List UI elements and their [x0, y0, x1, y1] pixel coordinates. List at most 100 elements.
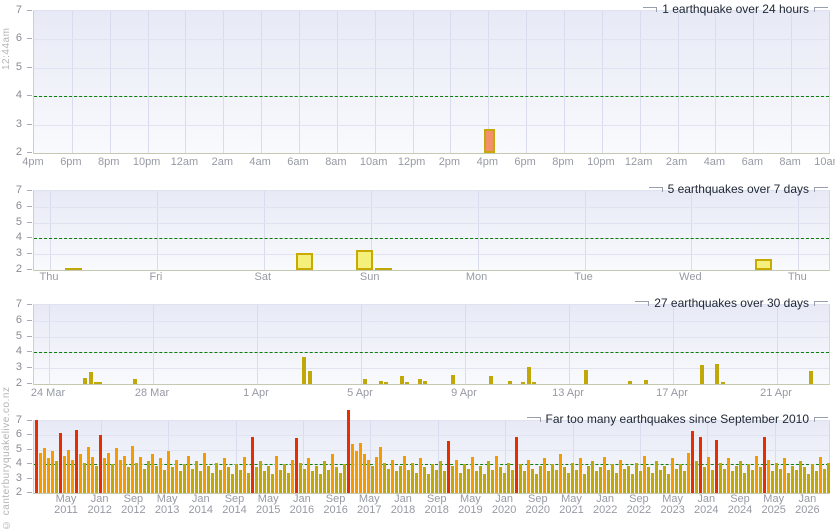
earthquake-bar[interactable]: [487, 461, 490, 493]
earthquake-bar[interactable]: [779, 469, 782, 494]
earthquake-bar[interactable]: [721, 382, 725, 384]
earthquake-bar[interactable]: [455, 460, 458, 493]
earthquake-bar[interactable]: [391, 460, 394, 493]
earthquake-bar[interactable]: [759, 467, 762, 493]
earthquake-bar[interactable]: [343, 464, 346, 493]
earthquake-bar[interactable]: [87, 447, 90, 493]
earthquake-bar[interactable]: [427, 474, 430, 493]
earthquake-bar[interactable]: [631, 474, 634, 493]
earthquake-bar[interactable]: [283, 464, 286, 493]
earthquake-bar[interactable]: [644, 380, 648, 384]
earthquake-bar[interactable]: [719, 463, 722, 493]
earthquake-bar[interactable]: [543, 458, 546, 493]
earthquake-bar[interactable]: [399, 466, 402, 493]
earthquake-bar[interactable]: [127, 467, 130, 493]
earthquake-bar[interactable]: [387, 469, 390, 494]
earthquake-bar[interactable]: [687, 453, 690, 493]
earthquake-bar[interactable]: [367, 460, 370, 493]
earthquake-bar[interactable]: [715, 364, 719, 385]
earthquake-bar[interactable]: [327, 470, 330, 493]
earthquake-bar[interactable]: [471, 457, 474, 493]
earthquake-bar[interactable]: [299, 463, 302, 493]
earthquake-bar[interactable]: [823, 469, 826, 494]
earthquake-bar[interactable]: [231, 474, 234, 493]
earthquake-bar[interactable]: [663, 466, 666, 493]
earthquake-bar[interactable]: [35, 420, 38, 493]
earthquake-bar[interactable]: [215, 463, 218, 493]
earthquake-bar[interactable]: [119, 460, 122, 493]
earthquake-bar[interactable]: [319, 474, 322, 493]
earthquake-bar[interactable]: [339, 473, 342, 493]
earthquake-bar[interactable]: [203, 453, 206, 493]
earthquake-bar[interactable]: [499, 467, 502, 493]
earthquake-bar[interactable]: [235, 464, 238, 493]
earthquake-bar[interactable]: [355, 451, 358, 493]
earthquake-bar[interactable]: [155, 466, 158, 493]
earthquake-bar[interactable]: [347, 410, 350, 494]
earthquake-bar[interactable]: [755, 456, 758, 493]
earthquake-bar[interactable]: [707, 457, 710, 493]
earthquake-bar[interactable]: [599, 467, 602, 493]
earthquake-bar[interactable]: [191, 469, 194, 494]
earthquake-bar[interactable]: [287, 473, 290, 493]
earthquake-bar[interactable]: [423, 467, 426, 493]
earthquake-bar[interactable]: [751, 470, 754, 493]
earthquake-bar[interactable]: [603, 457, 606, 493]
earthquake-bar[interactable]: [55, 461, 58, 493]
earthquake-bar[interactable]: [383, 463, 386, 493]
earthquake-bar[interactable]: [131, 446, 134, 494]
earthquake-bar[interactable]: [743, 473, 746, 493]
earthquake-bar[interactable]: [539, 466, 542, 493]
earthquake-bar[interactable]: [695, 461, 698, 493]
earthquake-bar[interactable]: [659, 470, 662, 493]
earthquake-bar[interactable]: [667, 474, 670, 493]
earthquake-bar[interactable]: [523, 471, 526, 493]
earthquake-bar[interactable]: [395, 471, 398, 493]
earthquake-bar[interactable]: [99, 435, 102, 493]
earthquake-bar[interactable]: [567, 473, 570, 493]
earthquake-bar[interactable]: [527, 460, 530, 493]
earthquake-bar[interactable]: [163, 470, 166, 493]
earthquake-bar[interactable]: [179, 471, 182, 493]
earthquake-bar[interactable]: [167, 451, 170, 493]
earthquake-bar[interactable]: [611, 464, 614, 493]
earthquake-bar[interactable]: [371, 466, 374, 493]
earthquake-bar[interactable]: [151, 454, 154, 493]
earthquake-bar[interactable]: [296, 253, 313, 270]
earthquake-bar[interactable]: [263, 471, 266, 493]
earthquake-bar[interactable]: [731, 471, 734, 493]
earthquake-bar[interactable]: [691, 431, 694, 493]
earthquake-bar[interactable]: [723, 469, 726, 494]
earthquake-bar[interactable]: [407, 470, 410, 493]
earthquake-bar[interactable]: [627, 466, 630, 493]
earthquake-bar[interactable]: [809, 371, 813, 384]
earthquake-bar[interactable]: [65, 268, 82, 270]
earthquake-bar[interactable]: [819, 457, 822, 493]
earthquake-bar[interactable]: [255, 467, 258, 493]
earthquake-bar[interactable]: [715, 440, 718, 493]
earthquake-bar[interactable]: [763, 437, 766, 493]
earthquake-bar[interactable]: [811, 464, 814, 493]
earthquake-bar[interactable]: [675, 469, 678, 494]
earthquake-bar[interactable]: [547, 471, 550, 493]
earthquake-bar[interactable]: [43, 448, 46, 493]
earthquake-bar[interactable]: [435, 470, 438, 493]
earthquake-bar[interactable]: [47, 458, 50, 493]
earthquake-bar[interactable]: [147, 461, 150, 493]
earthquake-bar[interactable]: [211, 473, 214, 493]
earthquake-bar[interactable]: [531, 469, 534, 494]
earthquake-bar[interactable]: [527, 367, 531, 384]
earthquake-bar[interactable]: [411, 463, 414, 493]
earthquake-bar[interactable]: [475, 471, 478, 493]
earthquake-bar[interactable]: [771, 471, 774, 493]
earthquake-bar[interactable]: [799, 461, 802, 493]
earthquake-bar[interactable]: [123, 456, 126, 493]
earthquake-bar[interactable]: [775, 463, 778, 493]
earthquake-bar[interactable]: [735, 466, 738, 493]
earthquake-bar[interactable]: [739, 461, 742, 493]
earthquake-bar[interactable]: [579, 458, 582, 493]
earthquake-bar[interactable]: [115, 448, 118, 493]
earthquake-bar[interactable]: [379, 447, 382, 493]
earthquake-bar[interactable]: [143, 469, 146, 494]
earthquake-bar[interactable]: [405, 382, 409, 384]
